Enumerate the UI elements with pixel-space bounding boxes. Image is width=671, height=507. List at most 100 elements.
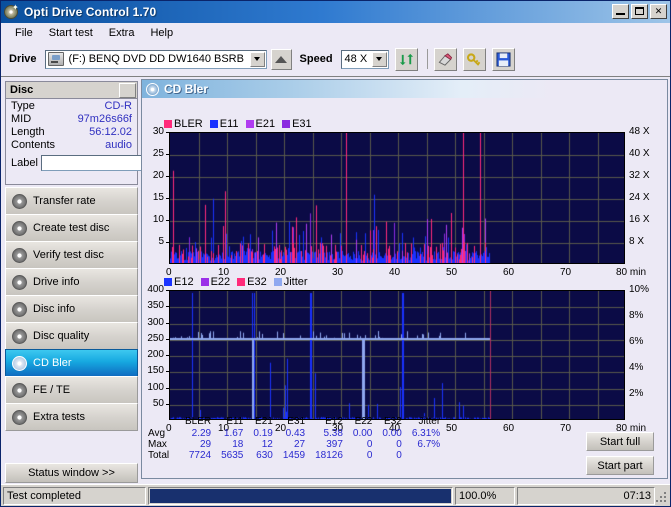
stats-col-e31: E31 bbox=[287, 416, 306, 427]
sidebar-nav: Transfer rate Create test disc Verify te… bbox=[5, 187, 138, 431]
sidebar-item-transfer-rate[interactable]: Transfer rate bbox=[5, 187, 138, 215]
menu-item-start-test[interactable]: Start test bbox=[41, 25, 101, 41]
stats-cell: 0.00 bbox=[382, 428, 402, 439]
menu-item-extra[interactable]: Extra bbox=[101, 25, 143, 41]
legend-swatch-e32 bbox=[237, 278, 246, 286]
stats-col-e21: E21 bbox=[255, 416, 273, 427]
window-title: Opti Drive Control 1.70 bbox=[24, 5, 157, 19]
speed-label: Speed bbox=[299, 53, 333, 65]
x-tick-label: 80 min bbox=[616, 267, 647, 278]
sidebar-item-cd-bler[interactable]: CD Bler bbox=[5, 349, 138, 377]
sidebar-item-label: FE / TE bbox=[33, 384, 71, 396]
sidebar-item-label: Extra tests bbox=[33, 411, 85, 423]
legend-item-bler: BLER bbox=[164, 118, 203, 130]
plot-area-top[interactable] bbox=[169, 132, 625, 264]
sidebar-item-disc-info[interactable]: Disc info bbox=[5, 295, 138, 323]
right-tick-label: 8 X bbox=[629, 236, 645, 247]
y-tick bbox=[166, 387, 169, 389]
legend-label-bler: BLER bbox=[174, 118, 203, 130]
page-title: CD Bler bbox=[164, 82, 209, 96]
chevron-down-icon[interactable] bbox=[249, 51, 265, 67]
stats-cell bbox=[407, 450, 445, 461]
legend-swatch-e12 bbox=[164, 278, 172, 286]
eject-button[interactable] bbox=[270, 48, 292, 70]
disc-length-label: Length bbox=[11, 126, 45, 138]
y-tick bbox=[166, 198, 169, 199]
y-tick bbox=[166, 403, 169, 405]
stats-col-jitter: Jitter bbox=[418, 416, 441, 427]
disc-contents-value: audio bbox=[105, 139, 132, 151]
right-tick-label: 10% bbox=[629, 284, 650, 295]
stats-cell: 2.29 bbox=[191, 428, 212, 439]
sidebar-item-extra-tests[interactable]: Extra tests bbox=[5, 403, 138, 431]
stats-cell: 12 bbox=[261, 439, 273, 450]
y-tick-label: 400 bbox=[147, 284, 164, 295]
status-bar: Test completed 100.0% 07:13 bbox=[1, 484, 670, 506]
menu-bar: File Start test Extra Help bbox=[1, 23, 670, 42]
y-tick bbox=[166, 132, 169, 133]
stats-cell: 0.00 bbox=[352, 428, 373, 439]
erase-button[interactable] bbox=[433, 47, 457, 71]
drive-select[interactable]: (F:) BENQ DVD DD DW1640 BSRB bbox=[44, 49, 267, 69]
status-window-button[interactable]: Status window >> bbox=[5, 463, 138, 483]
stats-row-label: Max bbox=[148, 439, 167, 450]
disc-panel-title: Disc bbox=[10, 84, 34, 96]
plot-area-bottom[interactable] bbox=[169, 290, 625, 420]
stats-cell: 27 bbox=[293, 439, 306, 450]
legend-item-jitter: Jitter bbox=[273, 276, 308, 288]
disc-panel-button[interactable] bbox=[119, 82, 136, 98]
sidebar-item-verify-test-disc[interactable]: Verify test disc bbox=[5, 241, 138, 269]
speed-select[interactable]: 48 X bbox=[340, 49, 389, 69]
panel-header: CD Bler bbox=[142, 80, 552, 98]
sidebar-item-fe-te[interactable]: FE / TE bbox=[5, 376, 138, 404]
disc-length-value: 56:12.02 bbox=[89, 126, 132, 138]
stats-col-e22: E22 bbox=[354, 416, 373, 427]
menu-item-file[interactable]: File bbox=[7, 25, 41, 41]
key-icon bbox=[467, 52, 481, 66]
start-part-label: Start part bbox=[597, 459, 643, 472]
refresh-button[interactable] bbox=[394, 47, 418, 71]
disc-bler-icon bbox=[12, 355, 27, 371]
sidebar-item-disc-quality[interactable]: Disc quality bbox=[5, 322, 138, 350]
right-tick-label: 4% bbox=[629, 362, 644, 373]
disc-panel-header: Disc bbox=[6, 82, 137, 99]
eject-icon bbox=[275, 55, 288, 63]
disc-info-icon bbox=[12, 301, 27, 317]
chevron-down-icon[interactable] bbox=[371, 51, 387, 67]
minimize-button[interactable] bbox=[612, 4, 629, 19]
sidebar-item-create-test-disc[interactable]: Create test disc bbox=[5, 214, 138, 242]
legend-swatch-e21 bbox=[245, 120, 254, 128]
y-tick bbox=[166, 306, 169, 308]
drive-label: Drive bbox=[9, 53, 37, 65]
disc-mid-value: 97m26s66f bbox=[77, 113, 132, 125]
status-window-button-label: Status window >> bbox=[28, 467, 115, 479]
legend-swatch-e31 bbox=[282, 120, 291, 128]
x-tick-label: 60 bbox=[503, 423, 515, 434]
legend-top: BLER E11 E21 E31 bbox=[142, 117, 316, 131]
stats-col-e11: E11 bbox=[226, 416, 244, 427]
legend-swatch-e22 bbox=[200, 278, 209, 286]
stats-row-max: Max 29 18 12 27 397 0 0 6.7% bbox=[148, 439, 445, 450]
disc-row-mid: MID 97m26s66f bbox=[6, 112, 137, 125]
resize-grip[interactable] bbox=[656, 492, 668, 504]
x-tick-label: 70 bbox=[560, 423, 572, 434]
legend-swatch-jitter bbox=[273, 278, 282, 286]
sidebar-item-drive-info[interactable]: Drive info bbox=[5, 268, 138, 296]
stats-col-e12: E12 bbox=[325, 416, 343, 427]
key-button[interactable] bbox=[462, 47, 486, 71]
y-tick-label: 200 bbox=[147, 349, 164, 360]
menu-item-help[interactable]: Help bbox=[142, 25, 181, 41]
maximize-button[interactable] bbox=[631, 4, 648, 19]
y-tick bbox=[166, 322, 169, 324]
progress-bar bbox=[148, 486, 453, 505]
start-part-button[interactable]: Start part bbox=[586, 456, 654, 475]
sidebar-item-label: Verify test disc bbox=[33, 249, 104, 261]
start-full-button[interactable]: Start full bbox=[586, 432, 654, 451]
x-tick-label: 70 bbox=[560, 267, 572, 278]
close-button[interactable]: ✕ bbox=[650, 4, 667, 19]
save-button[interactable] bbox=[491, 47, 515, 71]
toolbar: Drive (F:) BENQ DVD DD DW1640 BSRB Speed… bbox=[1, 42, 670, 77]
x-tick-label: 40 bbox=[389, 267, 401, 278]
right-tick-label: 2% bbox=[629, 388, 644, 399]
sidebar-item-label: Disc info bbox=[33, 303, 76, 315]
